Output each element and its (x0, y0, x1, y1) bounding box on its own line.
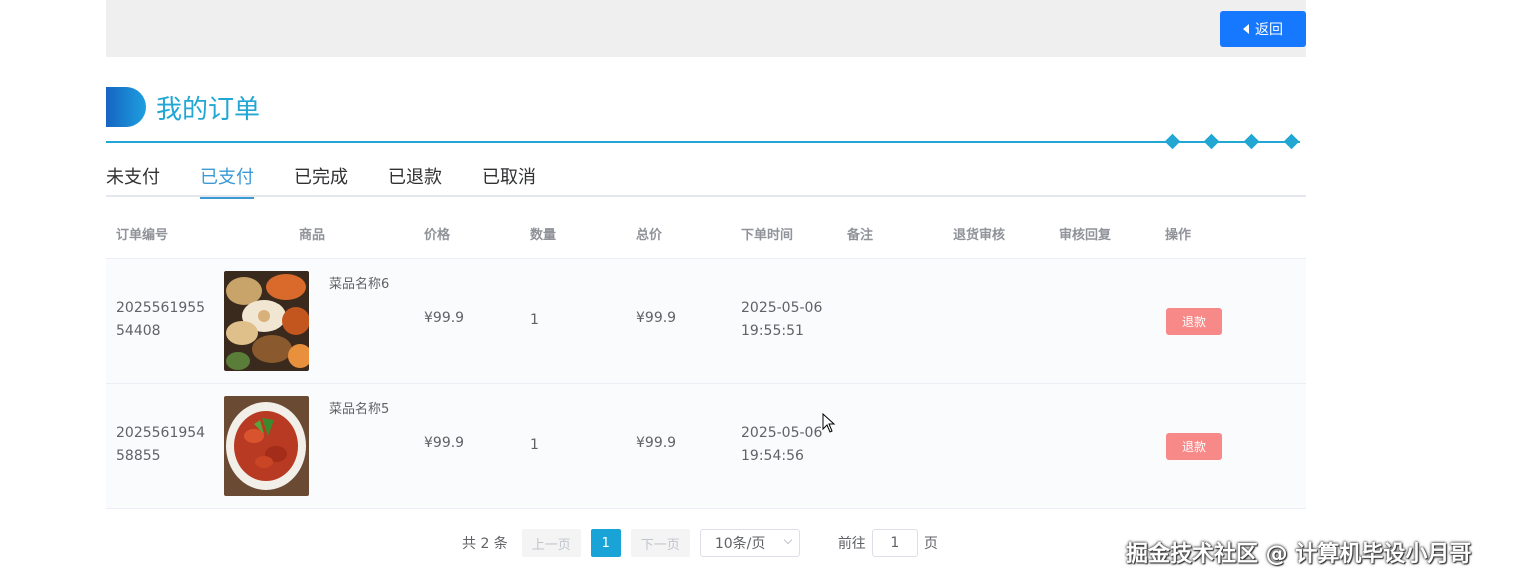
column-header-quantity: 数量 (530, 228, 557, 243)
price: ¥99.9 (424, 435, 465, 451)
diamond-icon (1283, 133, 1300, 150)
top-bar: 返回 (106, 0, 1306, 57)
page-size-value: 10条/页 (714, 536, 766, 552)
column-header-note: 备注 (847, 228, 874, 243)
prev-page-button[interactable]: 上一页 (521, 529, 581, 557)
column-header-product: 商品 (299, 228, 326, 243)
title-decoration-icon (106, 87, 146, 127)
diamond-icon (1203, 133, 1220, 150)
page-number-current[interactable]: 1 (590, 529, 621, 557)
pagination: 共 2 条 上一页 1 下一页 10条/页 前往 页 (462, 529, 938, 557)
page-unit-label: 页 (923, 536, 938, 552)
pagination-total: 共 2 条 (462, 536, 508, 552)
goto-label: 前往 (837, 536, 866, 552)
back-button-label: 返回 (1255, 21, 1283, 37)
column-header-order-time: 下单时间 (741, 228, 794, 243)
caret-left-icon (1243, 24, 1249, 34)
order-time: 2025-05-06 19:55:51 (741, 297, 822, 343)
mouse-cursor-icon (822, 412, 836, 437)
total-price: ¥99.9 (636, 310, 677, 326)
diamond-icon (1243, 133, 1260, 150)
dish-image (224, 271, 309, 371)
column-header-refund-review: 退货审核 (953, 228, 1006, 243)
order-clock: 19:54:56 (741, 448, 804, 464)
tab-cancelled[interactable]: 已取消 (482, 164, 536, 197)
order-id: 202556195554408 (116, 300, 206, 339)
next-page-button[interactable]: 下一页 (630, 529, 690, 557)
table-header: 订单编号 商品 价格 数量 总价 下单时间 备注 退货审核 审核回复 操作 (106, 212, 1306, 259)
dish-image (224, 396, 309, 496)
column-header-order-id: 订单编号 (116, 228, 169, 243)
order-date: 2025-05-06 (741, 300, 823, 316)
total-price: ¥99.9 (636, 435, 677, 451)
quantity: 1 (530, 312, 539, 328)
dish-name: 菜品名称5 (329, 402, 390, 417)
column-header-total: 总价 (636, 228, 663, 243)
title-divider (106, 141, 1300, 143)
refund-button[interactable]: 退款 (1166, 308, 1222, 335)
back-button[interactable]: 返回 (1220, 11, 1306, 47)
table-row: 202556195458855 菜品名称5 ¥99.9 1 ¥99.9 2025… (106, 384, 1306, 509)
tab-paid[interactable]: 已支付 (200, 164, 254, 199)
quantity: 1 (530, 437, 539, 453)
goto-page-input[interactable] (871, 529, 918, 557)
page-size-select[interactable]: 10条/页 (699, 529, 800, 557)
page-title: 我的订单 (156, 94, 261, 125)
table-row: 202556195554408 菜品名称6 ¥99.9 1 ¥99.9 2025… (106, 259, 1306, 384)
order-status-tabs: 未支付 已支付 已完成 已退款 已取消 (106, 164, 1306, 199)
diamond-icon (1164, 133, 1181, 150)
column-header-review-reply: 审核回复 (1059, 228, 1112, 243)
chevron-down-icon (783, 535, 793, 545)
tab-completed[interactable]: 已完成 (294, 164, 348, 197)
watermark: 掘金技术社区 @ 计算机毕设小月哥 (1126, 542, 1472, 567)
column-header-action: 操作 (1165, 228, 1192, 243)
order-time: 2025-05-06 19:54:56 (741, 422, 822, 468)
tab-unpaid[interactable]: 未支付 (106, 164, 160, 197)
refund-button[interactable]: 退款 (1166, 433, 1222, 460)
page-title-block: 我的订单 (106, 86, 260, 128)
dish-name: 菜品名称6 (329, 277, 390, 292)
order-id: 202556195458855 (116, 425, 206, 464)
column-header-price: 价格 (424, 228, 451, 243)
tab-refunded[interactable]: 已退款 (388, 164, 442, 197)
order-clock: 19:55:51 (741, 323, 804, 339)
order-date: 2025-05-06 (741, 425, 823, 441)
price: ¥99.9 (424, 310, 465, 326)
